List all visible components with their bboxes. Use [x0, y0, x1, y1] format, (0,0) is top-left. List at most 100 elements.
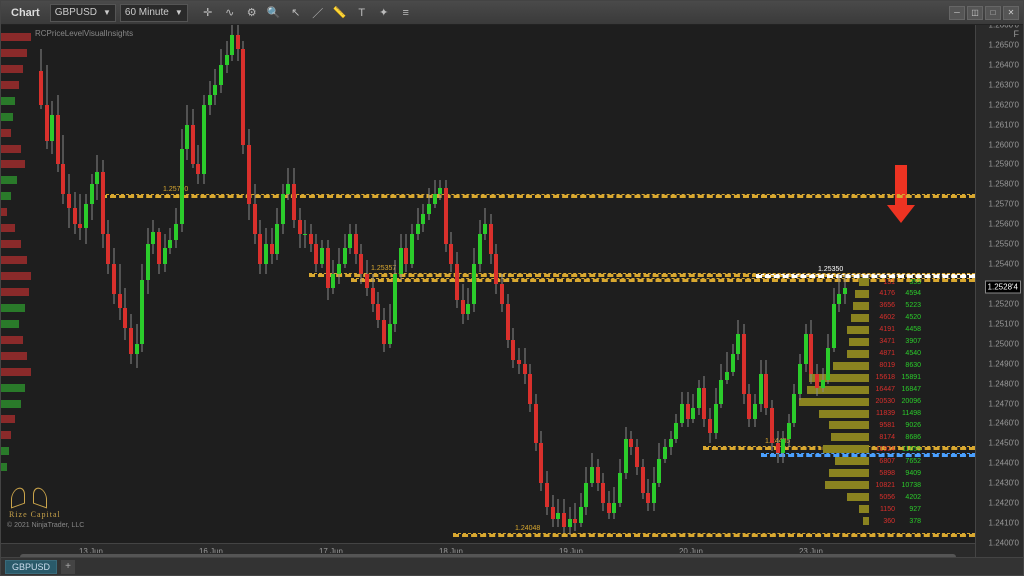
volume-profile-row: 131353 — [859, 277, 921, 287]
y-tick: 1.2620'0 — [989, 100, 1019, 109]
volume-profile-left-bar — [1, 336, 23, 344]
y-tick: 1.2400'0 — [989, 539, 1019, 548]
volume-profile-row: 46024520 — [851, 313, 921, 323]
y-tick: 1.2610'0 — [989, 120, 1019, 129]
chart-settings-icon[interactable]: ⚙ — [244, 5, 260, 21]
y-tick: 1.2410'0 — [989, 519, 1019, 528]
y-tick: 1.2540'0 — [989, 260, 1019, 269]
volume-profile-left-bar — [1, 288, 29, 296]
volume-profile-left-bar — [1, 192, 11, 200]
current-price-marker: 1.2528'4 — [985, 281, 1021, 294]
symbol-value: GBPUSD — [55, 7, 97, 18]
volume-profile-left-bar — [1, 320, 19, 328]
maximize-button[interactable]: □ — [985, 6, 1001, 20]
volume-profile-row: 81748686 — [831, 432, 921, 442]
add-tab-button[interactable]: + — [61, 560, 75, 574]
toolbar-icons: ✛ ∿ ⚙ 🔍 ↖ ／ 📏 T ✦ ≡ — [200, 5, 414, 21]
text-icon[interactable]: T — [354, 5, 370, 21]
crosshair-icon[interactable]: ✛ — [200, 5, 216, 21]
y-tick: 1.2420'0 — [989, 499, 1019, 508]
volume-profile-row: 41914458 — [847, 325, 921, 335]
volume-profile-left-bar — [1, 384, 25, 392]
chevron-down-icon: ▼ — [103, 8, 111, 17]
toolbar: Chart GBPUSD ▼ 60 Minute ▼ ✛ ∿ ⚙ 🔍 ↖ ／ 📏… — [1, 1, 1023, 25]
y-tick: 1.2450'0 — [989, 439, 1019, 448]
y-tick: 1.2650'0 — [989, 40, 1019, 49]
volume-profile-row: 41764594 — [855, 289, 921, 299]
y-tick: 1.2590'0 — [989, 160, 1019, 169]
symbol-select[interactable]: GBPUSD ▼ — [50, 4, 116, 22]
y-tick: 1.2580'0 — [989, 180, 1019, 189]
volume-profile-row: 1183911498 — [819, 409, 921, 419]
y-tick: 1.2560'0 — [989, 220, 1019, 229]
axis-mode-label: F — [1014, 29, 1020, 39]
line-tool-icon[interactable]: ／ — [310, 5, 326, 21]
y-axis[interactable]: F 1.2400'01.2410'01.2420'01.2430'01.2440… — [975, 25, 1023, 557]
volume-profile-left-bar — [1, 304, 25, 312]
volume-profile-row: 50564202 — [847, 492, 921, 502]
indicator-name: RCPriceLevelVisualInsights — [35, 29, 133, 38]
volume-profile-row: 68077652 — [835, 456, 921, 466]
volume-profile-left-bar — [1, 145, 21, 153]
ruler-icon[interactable]: 📏 — [332, 5, 348, 21]
minimize-button[interactable]: ─ — [949, 6, 965, 20]
plot-region[interactable]: RCPriceLevelVisualInsights Rize Capital … — [1, 25, 975, 543]
volume-profile-row: 1082110738 — [825, 480, 921, 490]
tab-gbpusd[interactable]: GBPUSD — [5, 560, 57, 574]
chart-label: Chart — [5, 7, 46, 19]
snap-icon[interactable]: ✦ — [376, 5, 392, 21]
price-level-label: 1.25750 — [161, 186, 190, 193]
volume-profile-left-bar — [1, 447, 9, 455]
tab-strip: GBPUSD + — [1, 557, 1023, 575]
y-tick: 1.2640'0 — [989, 60, 1019, 69]
volume-profile-row: 34713907 — [849, 337, 921, 347]
volume-profile-left-bar — [1, 400, 21, 408]
list-icon[interactable]: ≡ — [398, 5, 414, 21]
volume-profile-left-bar — [1, 463, 7, 471]
volume-profile-left-bar — [1, 256, 27, 264]
price-level-label: 1.24048 — [513, 525, 542, 532]
y-tick: 1.2490'0 — [989, 359, 1019, 368]
y-tick: 1.2520'0 — [989, 299, 1019, 308]
close-button[interactable]: ✕ — [1003, 6, 1019, 20]
copyright: © 2021 NinjaTrader, LLC — [7, 522, 84, 529]
volume-profile-row: 360378 — [863, 516, 921, 526]
y-tick: 1.2570'0 — [989, 200, 1019, 209]
volume-profile-left-bar — [1, 129, 11, 137]
volume-profile-left-bar — [1, 431, 11, 439]
window-controls: ─ ◫ □ ✕ — [949, 6, 1019, 20]
volume-profile-row: 2053020096 — [799, 397, 921, 407]
price-level-line — [453, 533, 975, 537]
volume-profile-left-bar — [1, 113, 13, 121]
volume-profile-left-bar — [1, 272, 31, 280]
chart-area[interactable]: RCPriceLevelVisualInsights Rize Capital … — [1, 25, 1023, 557]
volume-profile-left-bar — [1, 368, 31, 376]
brand-name: Rize Capital — [9, 510, 61, 519]
volume-profile-left-bar — [1, 65, 23, 73]
app-window: Chart GBPUSD ▼ 60 Minute ▼ ✛ ∿ ⚙ 🔍 ↖ ／ 📏… — [0, 0, 1024, 576]
y-tick: 1.2550'0 — [989, 240, 1019, 249]
brand-logo: Rize Capital — [9, 488, 61, 519]
y-tick: 1.2470'0 — [989, 399, 1019, 408]
volume-profile-row: 80198630 — [833, 361, 921, 371]
scrollbar-horizontal[interactable] — [1, 553, 975, 557]
volume-profile-row: 36565223 — [853, 301, 921, 311]
y-tick: 1.2510'0 — [989, 319, 1019, 328]
price-level-label: 1.25350 — [816, 266, 845, 273]
volume-profile-row: 95819026 — [829, 420, 921, 430]
volume-profile-left-bar — [1, 240, 21, 248]
scroll-thumb[interactable] — [20, 554, 955, 557]
volume-profile-left-bar — [1, 224, 15, 232]
indicator-icon[interactable]: ∿ — [222, 5, 238, 21]
interval-select[interactable]: 60 Minute ▼ — [120, 4, 188, 22]
volume-profile-left-bar — [1, 208, 7, 216]
y-tick: 1.2460'0 — [989, 419, 1019, 428]
interval-value: 60 Minute — [125, 7, 169, 18]
volume-profile-row: 58989409 — [829, 468, 921, 478]
volume-profile-left-bar — [1, 176, 17, 184]
price-level-line — [101, 194, 975, 198]
cursor-icon[interactable]: ↖ — [288, 5, 304, 21]
zoom-icon[interactable]: 🔍 — [266, 5, 282, 21]
volume-profile-row: 48714540 — [847, 349, 921, 359]
split-button[interactable]: ◫ — [967, 6, 983, 20]
